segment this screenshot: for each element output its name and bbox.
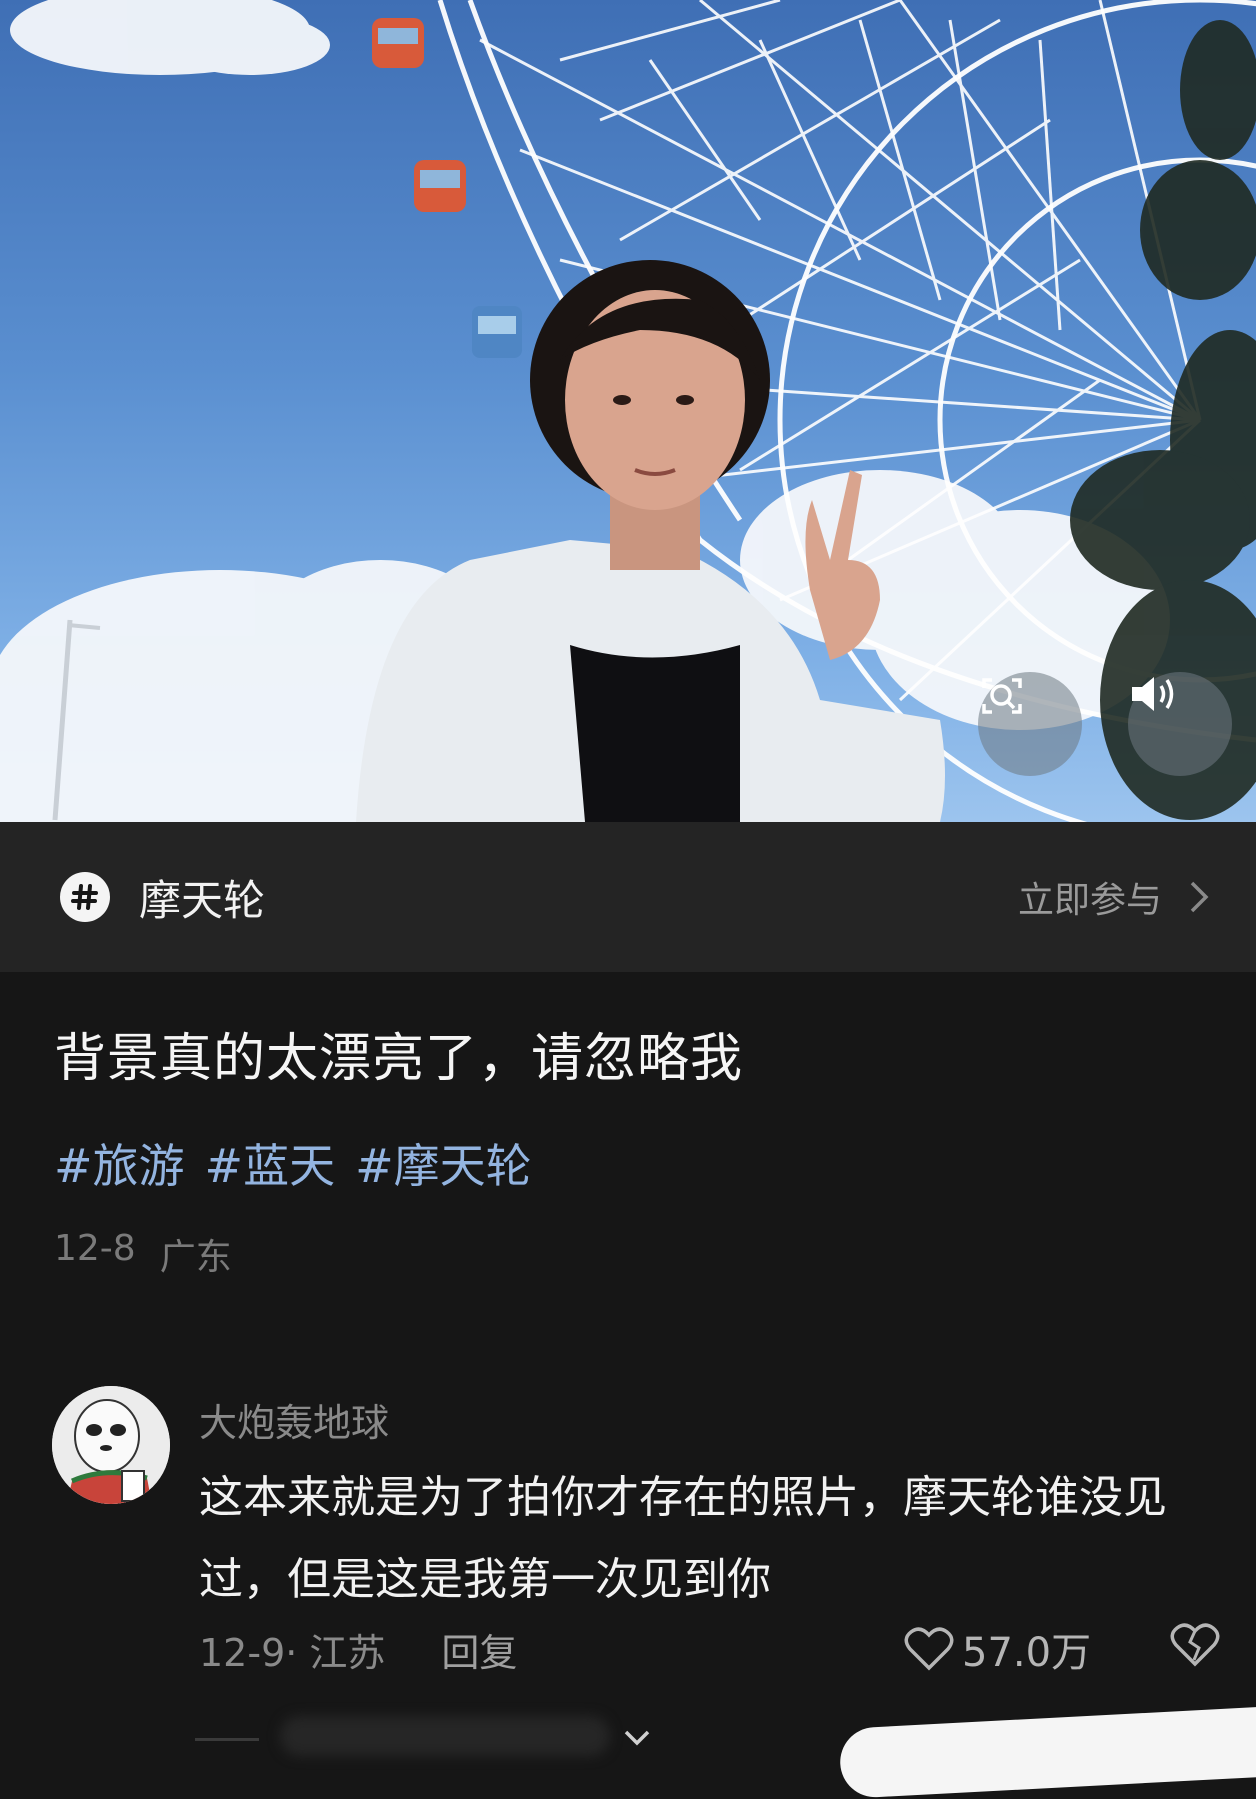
heart-icon <box>904 1627 954 1671</box>
post-photo[interactable] <box>0 0 1256 822</box>
post-meta: 12-8 广东 <box>54 1228 232 1280</box>
scribble-overlay <box>838 1707 1256 1799</box>
zoom-button[interactable] <box>978 672 1082 776</box>
hashtag-icon <box>60 872 110 922</box>
post-location: 广东 <box>159 1237 232 1278</box>
dislike-button[interactable] <box>1170 1622 1220 1672</box>
join-topic-link[interactable]: 立即参与 <box>1018 871 1162 923</box>
chevron-down-icon[interactable] <box>622 1728 652 1748</box>
post-caption: 背景真的太漂亮了，请忽略我 <box>54 1029 744 1089</box>
tag-link[interactable]: #旅游 <box>54 1130 185 1196</box>
divider <box>195 1738 259 1741</box>
chevron-right-icon[interactable] <box>1188 879 1210 915</box>
comment-meta: 12-9· 江苏 回复 <box>199 1622 517 1677</box>
like-button[interactable]: 57.0万 <box>904 1620 1091 1678</box>
comment-text: 这本来就是为了拍你才存在的照片，摩天轮谁没见过，但是这是我第一次见到你 <box>199 1472 1167 1605</box>
topic-bar[interactable]: 摩天轮 立即参与 <box>0 822 1256 972</box>
image-search-icon <box>982 678 1022 714</box>
tag-link[interactable]: #蓝天 <box>205 1130 336 1196</box>
post-tags: #旅游 #蓝天 #摩天轮 <box>54 1130 532 1196</box>
broken-heart-icon <box>1170 1623 1220 1667</box>
blurred-region <box>280 1716 610 1756</box>
speaker-icon <box>1132 677 1174 711</box>
panda-avatar-icon <box>52 1386 170 1504</box>
post-date: 12-8 <box>54 1228 136 1269</box>
reply-button[interactable]: 回复 <box>441 1622 517 1677</box>
like-count: 57.0万 <box>962 1630 1092 1676</box>
comment-username[interactable]: 大炮轰地球 <box>199 1392 389 1447</box>
tag-link[interactable]: #摩天轮 <box>355 1130 532 1196</box>
sound-button[interactable] <box>1128 672 1232 776</box>
topic-name: 摩天轮 <box>139 875 266 925</box>
avatar[interactable] <box>52 1386 170 1504</box>
comment-date-location: 12-9· 江苏 <box>199 1631 386 1675</box>
